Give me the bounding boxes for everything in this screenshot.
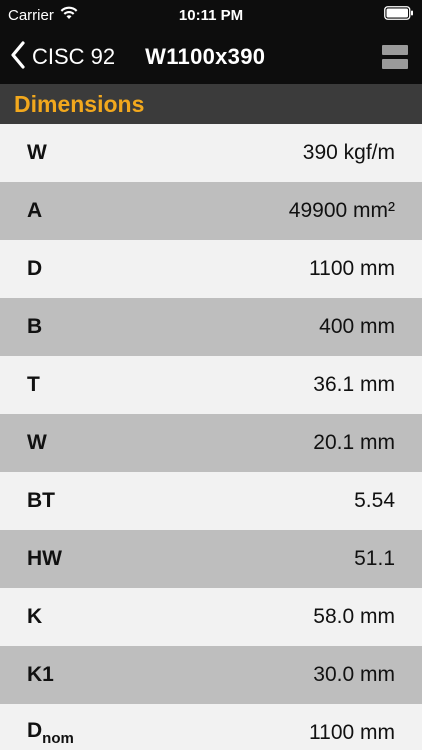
row-label: B [27,315,42,339]
section-header-dimensions: Dimensions [0,84,422,124]
list-item: A 49900 mm² [0,182,422,240]
status-bar: Carrier 10:11 PM [0,0,422,30]
row-value: 36.1 mm [313,373,395,396]
row-label: W [27,431,47,455]
row-value: 1100 mm [309,721,395,744]
status-left: Carrier [8,6,138,24]
battery-icon [384,6,414,24]
status-time: 10:11 PM [178,6,244,24]
row-label: A [27,199,42,223]
chevron-left-icon [10,40,26,74]
row-label-text: BT [27,489,55,512]
row-label-text: K [27,605,43,628]
list-item: B 400 mm [0,298,422,356]
row-value: 5.54 [354,489,395,512]
row-label: HW [27,547,62,571]
row-label-text: HW [27,547,62,570]
row-value: 390 kgf/m [302,141,395,164]
row-label: Dnom [27,719,74,747]
row-label-text: K1 [27,663,54,686]
menu-button[interactable] [382,45,408,69]
section-title: Dimensions [14,90,145,117]
row-value: 49900 mm² [288,199,395,222]
list-item: D 1100 mm [0,240,422,298]
menu-icon-bottom [382,59,408,69]
row-label: K1 [27,663,54,687]
dimensions-list: W 390 kgf/m A 49900 mm² D 1100 mm B 400 mm T 36.1… [0,124,422,750]
list-item: BT 5.54 [0,472,422,530]
row-value: 58.0 mm [313,605,395,628]
row-value: 30.0 mm [313,663,395,686]
row-label-text: D [27,257,43,280]
wifi-icon [60,6,78,24]
list-item: W 390 kgf/m [0,124,422,182]
navigation-bar: CISC 92 W1100x390 [0,30,422,84]
list-item: HW 51.1 [0,530,422,588]
row-value: 20.1 mm [313,431,395,454]
list-item: K1 30.0 mm [0,646,422,704]
app-screen: Carrier 10:11 PM CISC 92 W1100x390 Dimen… [0,0,422,750]
row-label-subscript: nom [42,730,74,747]
row-label-text: B [27,315,43,338]
row-label-text: W [27,431,47,454]
row-label-text: W [27,141,47,164]
list-item: T 36.1 mm [0,356,422,414]
row-label-text: A [27,199,43,222]
list-item: K 58.0 mm [0,588,422,646]
row-label: K [27,605,42,629]
back-button-label: CISC 92 [32,44,116,69]
back-button[interactable]: CISC 92 [0,30,115,84]
row-label-text: T [27,373,40,396]
row-label: W [27,141,47,165]
row-label: D [27,257,42,281]
row-label: BT [27,489,55,513]
page-title: W1100x390 [145,44,266,69]
list-item: W 20.1 mm [0,414,422,472]
list-item: Dnom 1100 mm [0,704,422,750]
row-label-text: D [27,719,43,742]
status-right [284,6,414,24]
row-value: 400 mm [319,315,395,338]
row-value: 51.1 [354,547,395,570]
carrier-label: Carrier [8,6,54,24]
row-value: 1100 mm [309,257,395,280]
menu-icon-top [382,45,408,55]
row-label: T [27,373,40,397]
